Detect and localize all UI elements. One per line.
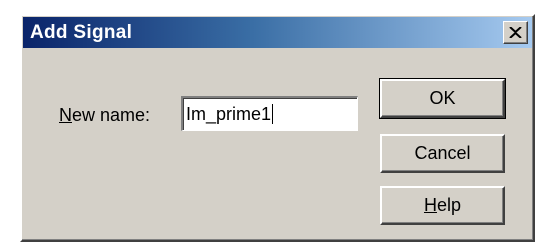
ok-button[interactable]: OK [379,78,506,119]
new-name-label-text: ew name: [72,105,151,125]
title-bar[interactable]: Add Signal [23,17,532,48]
cancel-button-label: Cancel [414,143,471,163]
dialog-title: Add Signal [30,21,133,43]
help-button-accelerator: H [423,195,437,215]
help-button[interactable]: Help [380,186,505,225]
help-button-label: Help [424,195,461,216]
new-name-label-accelerator: N [59,105,72,125]
cancel-button[interactable]: Cancel [380,134,505,173]
new-name-label: New name: [59,105,150,126]
add-signal-dialog: Add Signal New name: Im_prime1 OK Cancel… [20,14,535,242]
ok-button-label: OK [429,88,456,108]
new-name-input[interactable]: Im_prime1 [181,96,358,131]
close-icon [509,27,522,38]
text-caret [272,104,274,124]
close-button[interactable] [503,21,528,44]
new-name-input-value: Im_prime1 [186,104,272,124]
help-button-text: elp [436,195,462,215]
